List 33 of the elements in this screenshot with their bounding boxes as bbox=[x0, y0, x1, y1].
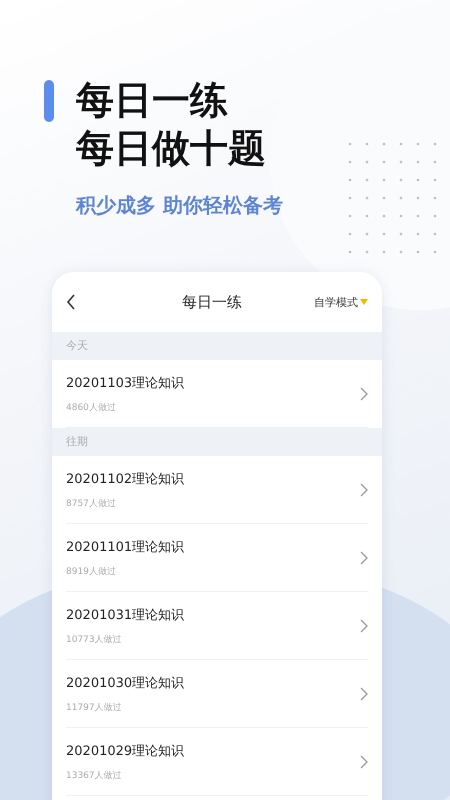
chevron-right-icon bbox=[360, 618, 368, 632]
chevron-right-icon bbox=[360, 686, 368, 700]
exercise-title: 20201030理论知识 bbox=[66, 674, 186, 692]
screen-title: 每日一练 bbox=[181, 292, 243, 312]
exercise-item[interactable]: 20201031理论知识 10773人做过 bbox=[66, 592, 368, 660]
subtitle: 积少成多 助你轻松备考 bbox=[76, 192, 283, 219]
exercise-item[interactable]: 20201030理论知识 11797人做过 bbox=[66, 660, 368, 728]
exercise-item[interactable]: 20201101理论知识 8919人做过 bbox=[66, 524, 368, 592]
mode-dropdown[interactable]: 自学模式 bbox=[314, 294, 368, 310]
participant-count: 10773人做过 bbox=[66, 634, 123, 646]
back-icon[interactable] bbox=[66, 294, 76, 310]
exercise-item[interactable]: 20201102理论知识 8757人做过 bbox=[66, 456, 368, 524]
chevron-right-icon bbox=[360, 550, 368, 564]
exercise-title: 20201102理论知识 bbox=[66, 470, 186, 488]
exercise-title: 20201101理论知识 bbox=[66, 538, 186, 556]
headline: 每日做十题 bbox=[76, 125, 267, 172]
chevron-right-icon bbox=[360, 482, 368, 496]
participant-count: 8919人做过 bbox=[66, 566, 117, 578]
exercise-title: 20201103理论知识 bbox=[66, 374, 186, 392]
participant-count: 4860人做过 bbox=[66, 402, 117, 414]
participant-count: 11797人做过 bbox=[66, 702, 123, 714]
chevron-right-icon bbox=[360, 754, 368, 768]
section-header: 今天 bbox=[52, 332, 382, 360]
chevron-right-icon bbox=[360, 386, 368, 400]
exercise-title: 20201029理论知识 bbox=[66, 742, 186, 760]
participant-count: 8757人做过 bbox=[66, 498, 117, 510]
exercise-item[interactable]: 20201029理论知识 13367人做过 bbox=[66, 728, 368, 796]
section-header: 往期 bbox=[52, 428, 382, 456]
headline: 每日一练 bbox=[76, 77, 229, 124]
caret-icon bbox=[360, 299, 368, 305]
participant-count: 13367人做过 bbox=[66, 770, 123, 782]
exercise-title: 20201031理论知识 bbox=[66, 606, 186, 624]
accent-bar bbox=[44, 80, 54, 122]
